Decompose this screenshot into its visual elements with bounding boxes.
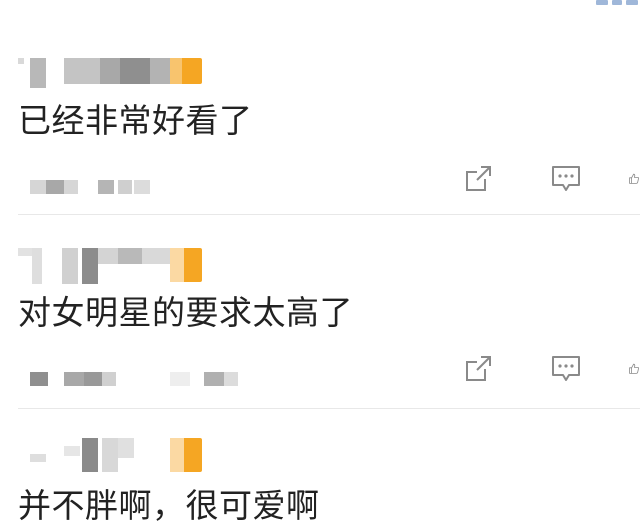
like-button[interactable] <box>628 162 640 196</box>
like-icon <box>629 173 639 184</box>
avatar-pixelated[interactable] <box>30 454 46 462</box>
comment-text: 对女明星的要求太高了 <box>18 293 353 332</box>
username-pixelated[interactable] <box>82 248 98 284</box>
comment-footer <box>0 166 640 202</box>
share-icon <box>466 166 491 191</box>
cutoff-top-button <box>590 0 640 8</box>
like-icon <box>629 363 639 374</box>
comment-footer <box>0 356 640 394</box>
timestamp-pixelated <box>30 372 48 386</box>
share-icon <box>466 356 491 381</box>
timestamp-pixelated <box>30 180 46 194</box>
comment-text: 并不胖啊，很可爱啊 <box>18 486 320 525</box>
comment-icon <box>552 356 580 381</box>
user-meta-pixelated <box>18 242 218 284</box>
share-button[interactable] <box>460 352 496 386</box>
like-button[interactable] <box>628 352 640 386</box>
user-meta-pixelated <box>18 434 218 472</box>
avatar-pixelated[interactable] <box>18 248 32 256</box>
share-button[interactable] <box>460 162 496 196</box>
user-meta-pixelated <box>18 52 218 88</box>
comment-text: 已经非常好看了 <box>18 101 253 140</box>
avatar-pixelated[interactable] <box>18 58 24 64</box>
reply-button[interactable] <box>548 162 584 196</box>
username-pixelated[interactable] <box>64 58 100 84</box>
username-pixelated[interactable] <box>82 438 98 472</box>
divider <box>18 408 640 409</box>
divider <box>18 214 640 215</box>
reply-button[interactable] <box>548 352 584 386</box>
comment-icon <box>552 166 580 191</box>
